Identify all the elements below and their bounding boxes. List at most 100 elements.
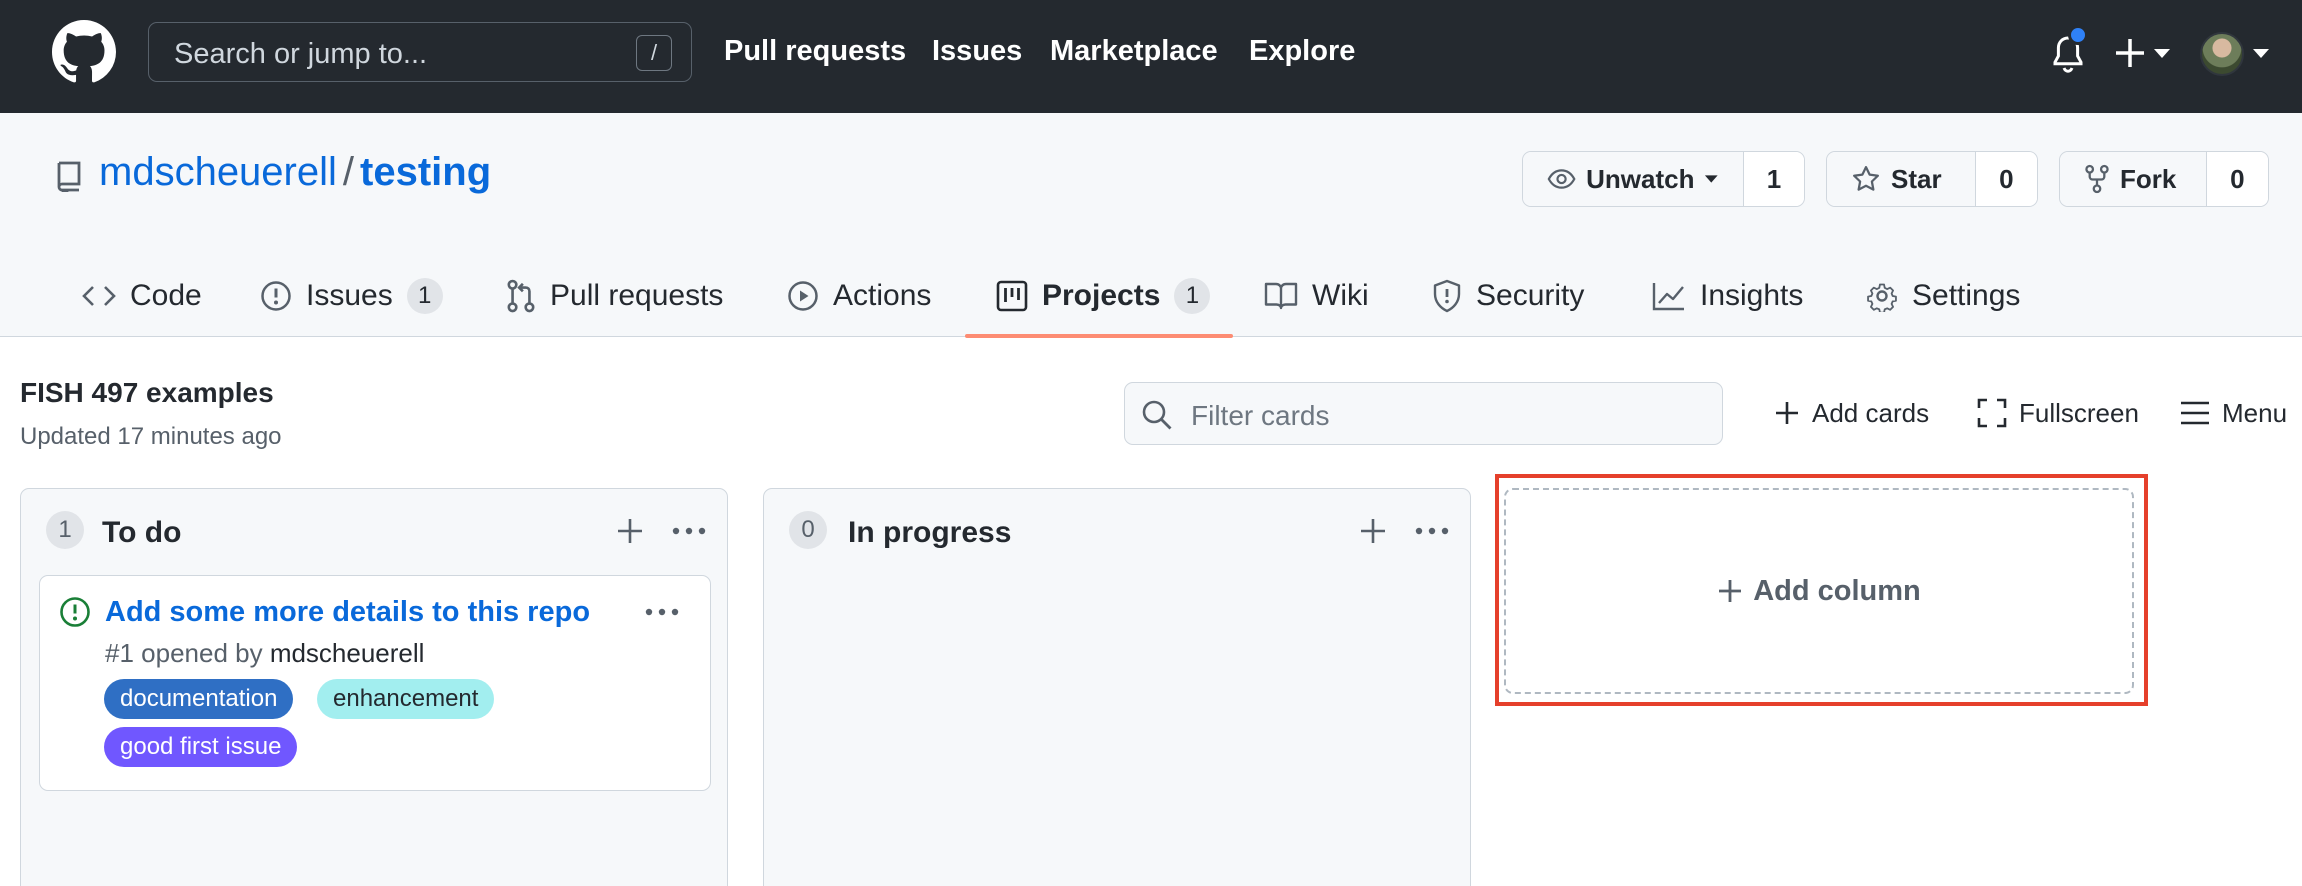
repo-owner-link[interactable]: mdscheuerell [99, 150, 337, 194]
watchers-count[interactable]: 1 [1744, 152, 1804, 206]
tab-security-label: Security [1476, 279, 1585, 312]
tab-issues-label: Issues [306, 279, 393, 312]
tab-code-label: Code [130, 279, 202, 312]
column-more-options-icon[interactable] [1414, 517, 1450, 545]
tab-projects[interactable]: Projects 1 [996, 256, 1211, 336]
label-documentation[interactable]: documentation [104, 679, 294, 719]
chevron-down-icon [2253, 49, 2269, 58]
project-title[interactable]: FISH 497 examples [20, 377, 274, 409]
issue-opened-icon [60, 597, 90, 627]
tab-wiki-label: Wiki [1312, 279, 1369, 312]
filter-cards-input[interactable]: Filter cards [1124, 382, 1723, 445]
tab-insights-label: Insights [1700, 279, 1804, 312]
create-new-dropdown-icon[interactable] [2116, 33, 2176, 73]
global-header: Search or jump to... / Pull requests Iss… [0, 0, 2302, 113]
tab-insights[interactable]: Insights [1652, 256, 1803, 336]
repo-separator: / [342, 150, 355, 194]
fork-button[interactable]: Fork [2060, 152, 2207, 206]
git-pull-request-icon [507, 279, 535, 313]
nav-issues[interactable]: Issues [932, 35, 1022, 68]
repo-icon [57, 161, 81, 192]
nav-explore[interactable]: Explore [1249, 35, 1355, 68]
column-name[interactable]: To do [102, 516, 181, 550]
fork-icon [2085, 164, 2109, 194]
gear-icon [1867, 283, 1897, 312]
label-enhancement[interactable]: enhancement [317, 679, 495, 719]
hamburger-menu-icon [2181, 401, 2209, 425]
tab-security[interactable]: Security [1432, 256, 1584, 336]
search-icon [1142, 400, 1172, 430]
search-shortcut-key: / [636, 35, 672, 71]
filter-placeholder: Filter cards [1191, 400, 1330, 431]
active-tab-indicator [965, 334, 1233, 338]
fork-button-group: Fork 0 [2059, 151, 2269, 207]
tab-wiki[interactable]: Wiki [1264, 256, 1369, 336]
project-icon [996, 280, 1028, 312]
tab-settings[interactable]: Settings [1866, 256, 2020, 336]
star-icon [1853, 166, 1879, 191]
nav-marketplace[interactable]: Marketplace [1050, 35, 1218, 68]
user-menu[interactable] [2200, 32, 2270, 76]
issues-counter: 1 [406, 278, 443, 314]
fullscreen-button[interactable]: Fullscreen [1977, 395, 2139, 431]
add-card-plus-icon[interactable] [1359, 517, 1387, 545]
nav-pull-requests[interactable]: Pull requests [724, 35, 906, 68]
issue-author-link[interactable]: mdscheuerell [270, 638, 425, 668]
menu-button[interactable]: Menu [2180, 395, 2287, 431]
tab-actions[interactable]: Actions [787, 256, 931, 336]
project-column: 1 To do Add some more details to this re… [20, 488, 728, 886]
issue-opened-icon [261, 281, 291, 311]
column-card-count: 1 [46, 511, 84, 549]
issue-card[interactable]: Add some more details to this repo #1 op… [39, 575, 711, 791]
tab-issues[interactable]: Issues 1 [260, 256, 443, 336]
star-button[interactable]: Star [1827, 152, 1976, 206]
label-good-first-issue[interactable]: good first issue [104, 727, 298, 767]
add-column-label: Add column [1753, 574, 1921, 607]
watch-button-group: Unwatch 1 [1522, 151, 1805, 207]
forks-count[interactable]: 0 [2206, 152, 2268, 206]
global-search-input[interactable]: Search or jump to... / [148, 22, 692, 82]
issue-number-opened: #1 opened by [105, 638, 270, 668]
shield-icon [1433, 279, 1461, 313]
project-column: 0 In progress [763, 488, 1471, 886]
graph-icon [1652, 283, 1684, 311]
add-cards-button[interactable]: Add cards [1774, 395, 1929, 431]
book-icon [1264, 282, 1298, 310]
tab-code[interactable]: Code [82, 256, 202, 336]
fork-label: Fork [2120, 163, 2177, 194]
eye-icon [1547, 169, 1576, 189]
code-icon [82, 286, 116, 306]
add-column-button[interactable]: Add column [1504, 488, 2134, 694]
repo-name-link[interactable]: testing [360, 150, 491, 194]
unwatch-button[interactable]: Unwatch [1523, 152, 1744, 206]
projects-counter: 1 [1174, 278, 1211, 314]
repo-title: mdscheuerell / testing [99, 150, 491, 195]
column-name[interactable]: In progress [848, 516, 1011, 550]
add-cards-label: Add cards [1812, 397, 1930, 428]
avatar [2200, 32, 2244, 76]
stargazers-count[interactable]: 0 [1975, 152, 2037, 206]
menu-label: Menu [2222, 397, 2288, 428]
repo-tabs: Code Issues 1 Pull requests Actions Proj… [0, 256, 2302, 336]
plus-icon [1719, 580, 1742, 602]
project-updated: Updated 17 minutes ago [20, 423, 282, 450]
play-icon [788, 281, 818, 311]
column-card-count: 0 [789, 511, 827, 549]
search-placeholder: Search or jump to... [174, 38, 428, 70]
card-more-options-icon[interactable] [644, 602, 680, 622]
star-button-group: Star 0 [1826, 151, 2038, 207]
fullscreen-label: Fullscreen [2019, 397, 2139, 428]
column-more-options-icon[interactable] [671, 517, 707, 545]
tab-pull-requests-label: Pull requests [550, 279, 724, 312]
star-label: Star [1891, 163, 1942, 194]
github-logo-icon[interactable] [52, 20, 116, 84]
unwatch-label: Unwatch [1586, 163, 1695, 194]
tab-actions-label: Actions [833, 279, 932, 312]
tab-settings-label: Settings [1912, 279, 2021, 312]
notification-indicator [2068, 25, 2088, 45]
tab-projects-label: Projects [1042, 279, 1161, 312]
plus-icon [1776, 402, 1798, 424]
issue-title-link[interactable]: Add some more details to this repo [105, 596, 590, 629]
tab-pull-requests[interactable]: Pull requests [506, 256, 723, 336]
add-card-plus-icon[interactable] [616, 517, 644, 545]
